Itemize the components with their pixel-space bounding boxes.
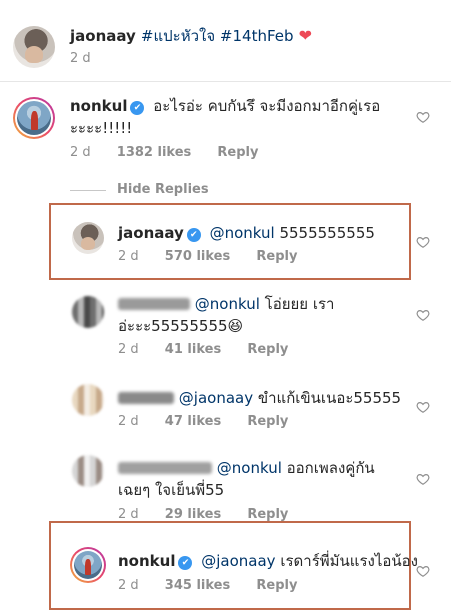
comment-body: nonkul ✔ อะไรอ่ะ คบกันรึ จะมีงอกมาอีกคู่เ… — [70, 95, 400, 139]
heart-outline-icon[interactable] — [416, 472, 430, 486]
blurred-username[interactable] — [118, 392, 174, 404]
reply-body: @nonkul โอ่ยยย เรา อ่ะะะ55555555😆 — [118, 293, 408, 337]
avatar[interactable] — [72, 455, 104, 487]
reply-meta: 2 d 47 likes Reply — [118, 414, 310, 429]
reply-mention[interactable]: @jaonaay — [179, 389, 253, 407]
reply-meta: 2 d 570 likes Reply — [118, 249, 319, 264]
reply-timestamp: 2 d — [118, 507, 139, 522]
reply-mention[interactable]: @nonkul — [195, 295, 260, 313]
reply-button[interactable]: Reply — [247, 342, 288, 357]
reply-timestamp: 2 d — [118, 578, 139, 593]
reply-body: @jaonaay ขำแก้เขินเนอะ55555 — [118, 387, 401, 409]
reply-timestamp: 2 d — [118, 249, 139, 264]
reply-timestamp: 2 d — [118, 414, 139, 429]
heart-outline-icon[interactable] — [416, 235, 430, 249]
reply-text: ขำแก้เขินเนอะ55555 — [257, 389, 402, 407]
reply-body: @nonkul ออกเพลงคู่กัน เฉยๆ ใจเย็นพี่55 — [118, 457, 408, 501]
reply-mention[interactable]: @nonkul — [210, 224, 275, 242]
caption-username[interactable]: jaonaay — [70, 27, 136, 45]
reply-likes[interactable]: 47 likes — [165, 414, 221, 429]
caption-meta: 2 d — [70, 51, 113, 66]
reply-timestamp: 2 d — [118, 342, 139, 357]
reply-mention[interactable]: @nonkul — [217, 459, 282, 477]
hide-replies-button[interactable]: Hide Replies — [117, 182, 209, 197]
verified-badge-icon: ✔ — [178, 556, 193, 570]
reply-body: jaonaay ✔ @nonkul 5555555555 — [118, 222, 375, 244]
red-heart-emoji: ❤ — [298, 26, 313, 45]
caption-line: jaonaay #แปะหัวใจ #14thFeb ❤ — [70, 25, 312, 47]
reply-likes[interactable]: 570 likes — [165, 249, 230, 264]
reply-meta: 2 d 29 likes Reply — [118, 507, 310, 522]
heart-outline-icon[interactable] — [416, 564, 430, 578]
heart-outline-icon[interactable] — [416, 110, 430, 124]
verified-badge-icon: ✔ — [186, 228, 201, 242]
post-caption: jaonaay #แปะหัวใจ #14thFeb ❤ 2 d — [0, 0, 451, 82]
reply-likes[interactable]: 345 likes — [165, 578, 230, 593]
verified-badge-icon: ✔ — [130, 101, 145, 115]
reply-text: เรดาร์พี่มันแรงไอน้อง — [280, 552, 418, 570]
reply-username[interactable]: jaonaay — [118, 224, 184, 242]
reply-button[interactable]: Reply — [247, 507, 288, 522]
reply-username[interactable]: nonkul — [118, 552, 175, 570]
reply-likes[interactable]: 29 likes — [165, 507, 221, 522]
avatar[interactable] — [72, 222, 104, 254]
hide-replies-divider — [70, 190, 106, 191]
comment-timestamp: 2 d — [70, 145, 91, 160]
caption-hashtags[interactable]: #แปะหัวใจ #14thFeb — [141, 27, 294, 45]
reply-button[interactable]: Reply — [217, 145, 258, 160]
comment-username[interactable]: nonkul — [70, 97, 127, 115]
caption-timestamp: 2 d — [70, 51, 91, 66]
reply-likes[interactable]: 41 likes — [165, 342, 221, 357]
comment-likes[interactable]: 1382 likes — [117, 145, 191, 160]
reply-body: nonkul ✔ @jaonaay เรดาร์พี่มันแรงไอน้อง — [118, 550, 418, 572]
blurred-username[interactable] — [118, 462, 212, 474]
heart-outline-icon[interactable] — [416, 400, 430, 414]
avatar[interactable] — [13, 97, 55, 139]
reply-meta: 2 d 345 likes Reply — [118, 578, 319, 593]
reply-text: 5555555555 — [279, 224, 375, 242]
avatar[interactable] — [13, 26, 55, 68]
comment-meta: 2 d 1382 likes Reply — [70, 145, 281, 160]
blurred-username[interactable] — [118, 298, 190, 310]
heart-outline-icon[interactable] — [416, 308, 430, 322]
avatar[interactable] — [72, 296, 104, 328]
reply-button[interactable]: Reply — [256, 578, 297, 593]
reply-button[interactable]: Reply — [247, 414, 288, 429]
reply-button[interactable]: Reply — [256, 249, 297, 264]
avatar[interactable] — [72, 384, 104, 416]
reply-mention[interactable]: @jaonaay — [201, 552, 275, 570]
reply-meta: 2 d 41 likes Reply — [118, 342, 310, 357]
avatar[interactable] — [70, 547, 106, 583]
